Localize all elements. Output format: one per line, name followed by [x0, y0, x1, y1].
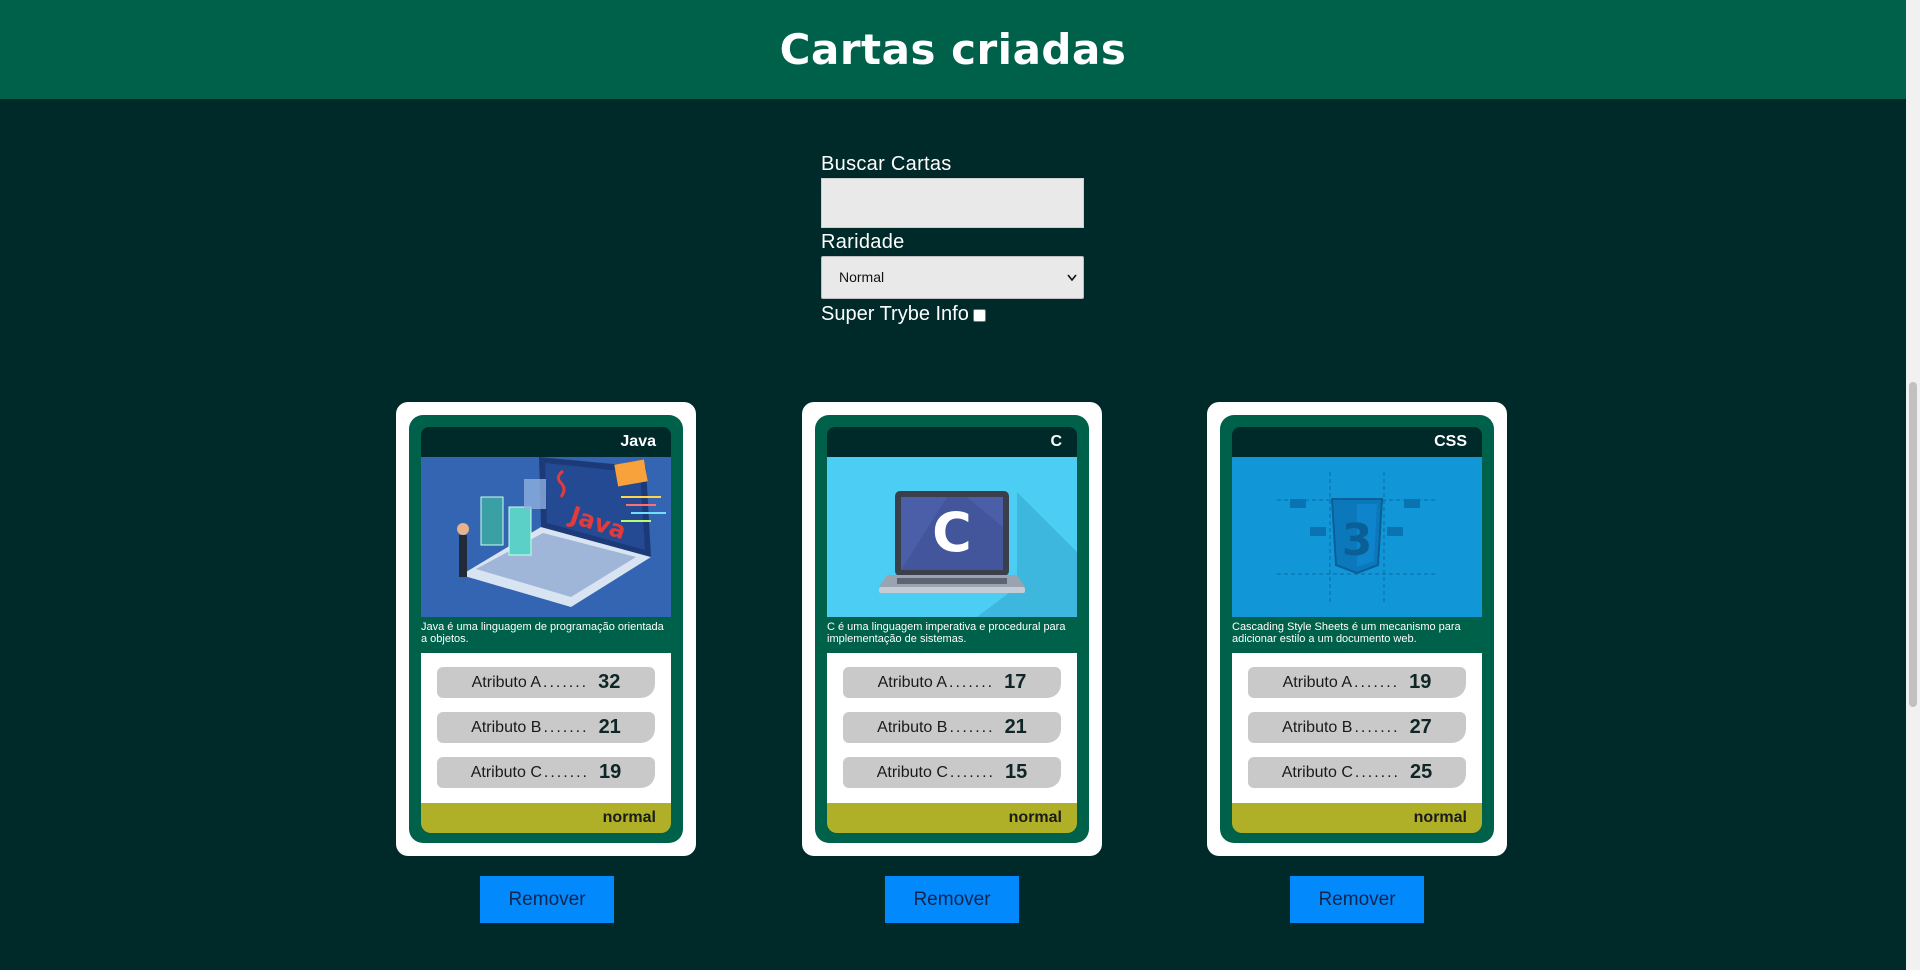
attribute-dots: .......: [1354, 718, 1400, 736]
card-attributes: Atributo A....... 19 Atributo B....... 27 …: [1232, 653, 1482, 803]
attribute-label: Atributo A: [471, 673, 541, 691]
card-name: Java: [421, 427, 671, 457]
attribute-value: 19: [1409, 671, 1432, 693]
card-attribute: Atributo B....... 27: [1248, 712, 1466, 743]
page-title: Cartas criadas: [779, 25, 1127, 74]
card-attribute: Atributo A....... 17: [843, 667, 1061, 698]
attribute-dots: .......: [543, 763, 589, 781]
attribute-label: Atributo B: [1282, 718, 1353, 736]
card-attribute: Atributo B....... 21: [843, 712, 1061, 743]
remove-card-button[interactable]: Remover: [885, 876, 1019, 923]
svg-text:C: C: [932, 501, 972, 564]
card-body: CSS 3 Cascading Style Sheets é um mecani…: [1220, 415, 1494, 843]
card-frame: CSS 3 Cascading Style Sheets é um mecani…: [1207, 402, 1507, 856]
card-body: Java Java Java é uma linguagem de progra…: [409, 415, 683, 843]
search-label: Buscar Cartas: [821, 153, 952, 175]
card-body: C C C é uma linguagem imperativa e proce…: [815, 415, 1089, 843]
card: C C C é uma linguagem imperativa e proce…: [802, 402, 1102, 856]
card-rarity: normal: [827, 803, 1077, 833]
attribute-label: Atributo A: [1282, 673, 1352, 691]
card-frame: Java Java Java é uma linguagem de progra…: [396, 402, 696, 856]
card-description: Cascading Style Sheets é um mecanismo pa…: [1232, 621, 1461, 645]
search-input[interactable]: [821, 178, 1084, 228]
attribute-value: 21: [598, 716, 621, 738]
page-scrollbar[interactable]: [1906, 0, 1920, 970]
remove-card-button[interactable]: Remover: [1290, 876, 1424, 923]
card-rarity: normal: [1232, 803, 1482, 833]
rarity-select[interactable]: Normal: [821, 256, 1084, 299]
card-attribute: Atributo C....... 15: [843, 757, 1061, 788]
attribute-label: Atributo B: [877, 718, 948, 736]
java-laptop-illustration-icon: Java: [421, 457, 671, 617]
attribute-value: 19: [599, 761, 622, 783]
card-name: CSS: [1232, 427, 1482, 457]
attribute-label: Atributo C: [470, 763, 542, 781]
card-attribute: Atributo C....... 19: [437, 757, 655, 788]
filters-panel: Buscar Cartas Raridade Normal Super Tryb…: [821, 152, 1085, 326]
attribute-value: 21: [1004, 716, 1027, 738]
css3-shield-illustration-icon: 3: [1232, 457, 1482, 617]
card-description: Java é uma linguagem de programação orie…: [421, 621, 664, 645]
c-language-laptop-illustration-icon: C: [827, 457, 1077, 617]
chevron-down-icon: [1067, 257, 1077, 315]
trunfo-filter: Super Trybe Info: [821, 302, 1085, 326]
card-description: C é uma linguagem imperativa e procedura…: [827, 621, 1066, 645]
attribute-label: Atributo C: [1281, 763, 1353, 781]
attribute-value: 32: [598, 671, 621, 693]
attribute-dots: .......: [949, 763, 995, 781]
rarity-label: Raridade: [821, 231, 905, 253]
attribute-dots: .......: [949, 718, 995, 736]
attribute-value: 17: [1004, 671, 1027, 693]
card: CSS 3 Cascading Style Sheets é um mecani…: [1207, 402, 1507, 856]
scrollbar-thumb[interactable]: [1909, 382, 1917, 707]
attribute-value: 25: [1410, 761, 1433, 783]
card-attribute: Atributo B....... 21: [437, 712, 655, 743]
attribute-label: Atributo A: [877, 673, 947, 691]
card-attribute: Atributo A....... 32: [437, 667, 655, 698]
rarity-select-value: Normal: [839, 269, 885, 285]
card-rarity: normal: [421, 803, 671, 833]
attribute-dots: .......: [543, 673, 589, 691]
card: Java Java Java é uma linguagem de progra…: [396, 402, 696, 856]
attribute-value: 15: [1005, 761, 1028, 783]
svg-text:3: 3: [1342, 515, 1373, 566]
attribute-dots: .......: [949, 673, 995, 691]
attribute-dots: .......: [1354, 763, 1400, 781]
attribute-dots: .......: [1354, 673, 1400, 691]
attribute-label: Atributo C: [876, 763, 948, 781]
card-frame: C C C é uma linguagem imperativa e proce…: [802, 402, 1102, 856]
card-attributes: Atributo A....... 17 Atributo B....... 21 …: [827, 653, 1077, 803]
trunfo-checkbox[interactable]: [972, 308, 986, 322]
page-header: Cartas criadas: [0, 0, 1906, 99]
remove-card-button[interactable]: Remover: [480, 876, 614, 923]
attribute-label: Atributo B: [471, 718, 542, 736]
card-attributes: Atributo A....... 32 Atributo B....... 21 …: [421, 653, 671, 803]
attribute-value: 27: [1409, 716, 1432, 738]
card-attribute: Atributo C....... 25: [1248, 757, 1466, 788]
attribute-dots: .......: [543, 718, 589, 736]
card-name: C: [827, 427, 1077, 457]
trunfo-label: Super Trybe Info: [821, 303, 969, 325]
card-attribute: Atributo A....... 19: [1248, 667, 1466, 698]
